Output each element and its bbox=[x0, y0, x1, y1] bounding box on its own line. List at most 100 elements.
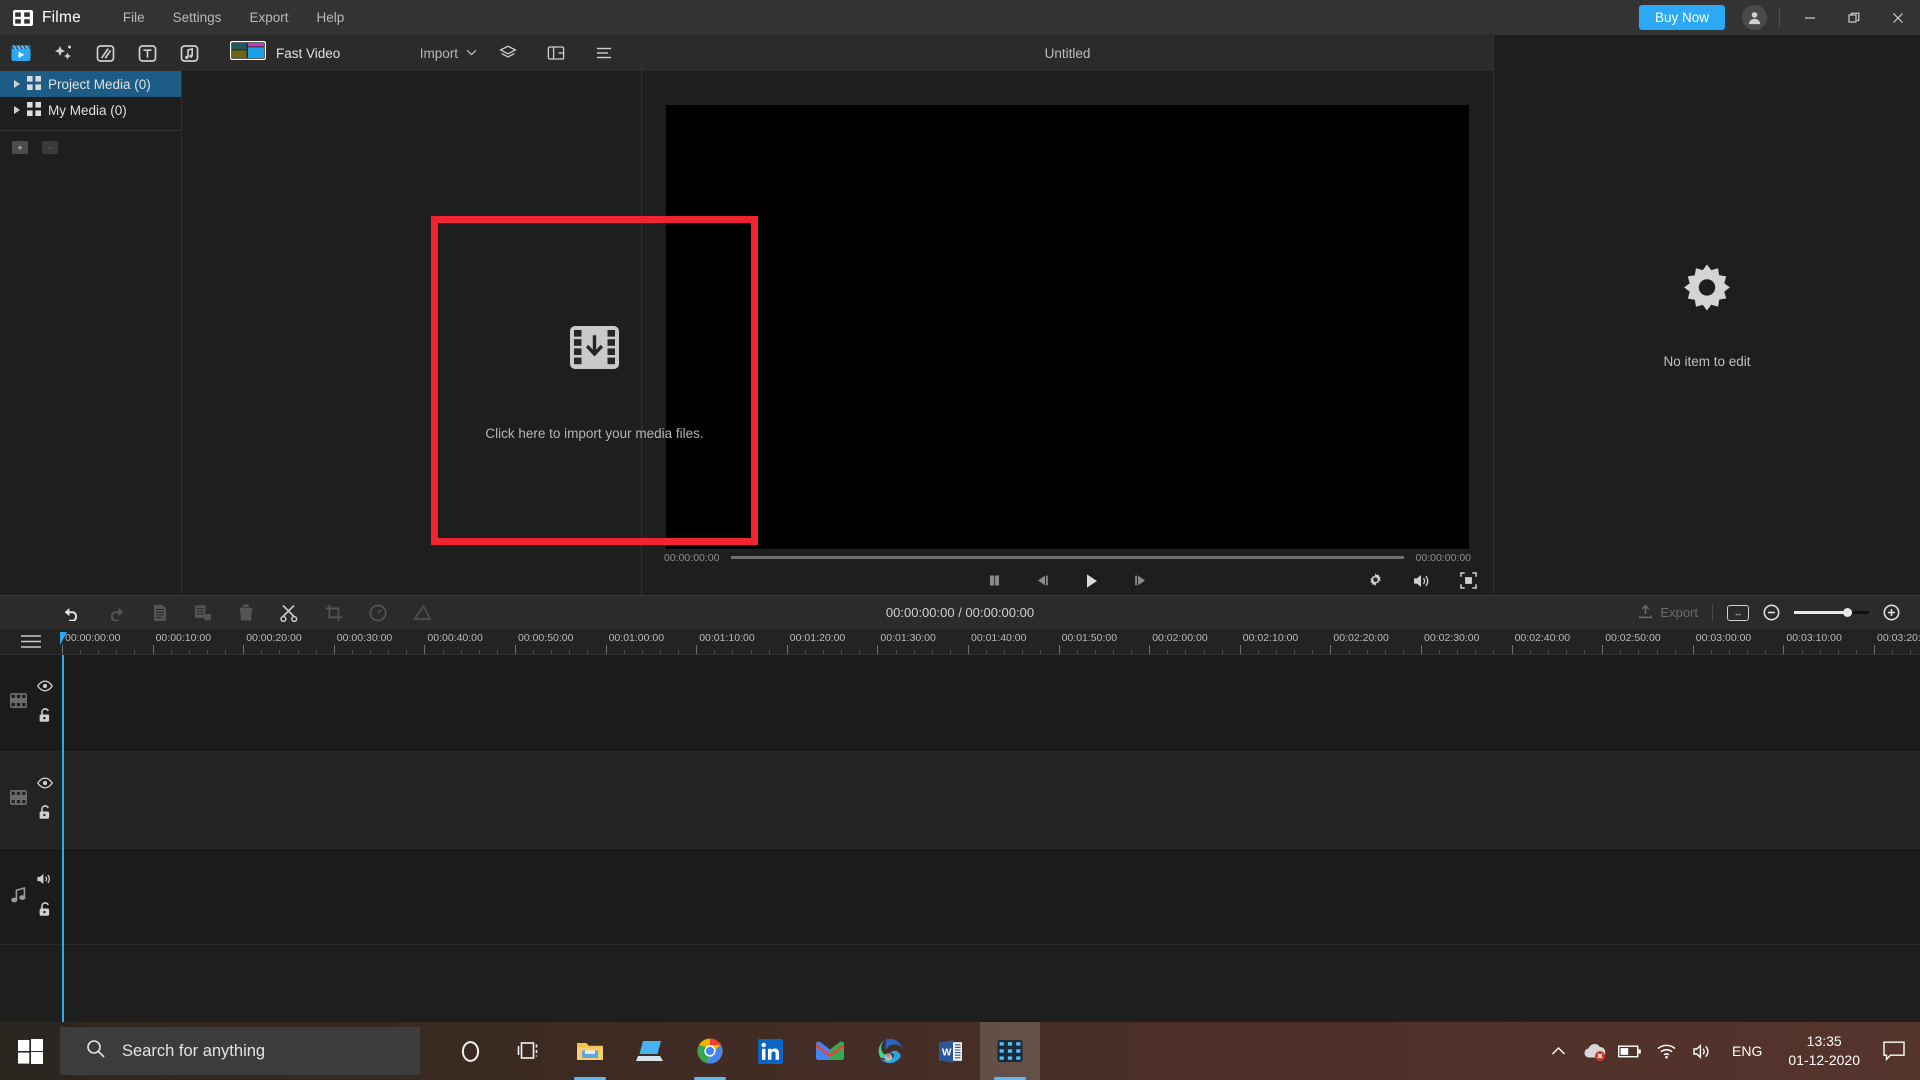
text-tab-icon[interactable] bbox=[126, 35, 168, 71]
import-label[interactable]: Import bbox=[420, 46, 458, 61]
preview-scrubber[interactable] bbox=[731, 556, 1404, 560]
file-explorer-icon[interactable] bbox=[560, 1022, 620, 1080]
timeline-playhead[interactable] bbox=[62, 655, 64, 1022]
timeline-menu-icon[interactable] bbox=[0, 629, 62, 654]
video-preview-screen[interactable] bbox=[666, 105, 1469, 549]
split-button[interactable] bbox=[280, 604, 299, 622]
menu-help[interactable]: Help bbox=[302, 5, 358, 30]
export-button[interactable]: Export bbox=[1638, 604, 1698, 622]
ruler-major-tick bbox=[1783, 645, 1785, 654]
undo-button[interactable] bbox=[62, 605, 81, 621]
filme-icon[interactable] bbox=[980, 1022, 1040, 1080]
fast-video-mode-button[interactable]: Fast Video bbox=[229, 40, 340, 65]
stop-button[interactable] bbox=[988, 574, 1001, 587]
zoom-out-button[interactable] bbox=[1763, 604, 1780, 621]
video-track-1-lane[interactable] bbox=[62, 655, 1920, 751]
taskbar-clock[interactable]: 13:35 01-12-2020 bbox=[1774, 1032, 1874, 1070]
video-track-2[interactable] bbox=[0, 752, 1920, 849]
expand-triangle-icon[interactable] bbox=[14, 106, 20, 114]
media-tab-icon[interactable] bbox=[0, 35, 42, 71]
layers-icon[interactable] bbox=[487, 35, 529, 71]
crop-button[interactable] bbox=[325, 604, 343, 622]
ruler-scale[interactable]: 00:00:00:00 00:00:10:00 00:00:20:00 00:00:3… bbox=[62, 629, 1920, 654]
cortana-icon[interactable] bbox=[440, 1022, 500, 1080]
video-track-1-header bbox=[0, 655, 62, 751]
onedrive-error-icon[interactable] bbox=[1576, 1022, 1612, 1080]
chevron-down-icon[interactable] bbox=[466, 48, 477, 59]
import-menu[interactable]: Import bbox=[420, 46, 487, 61]
expand-triangle-icon[interactable] bbox=[14, 80, 20, 88]
show-hidden-icons-chevron[interactable] bbox=[1540, 1022, 1576, 1080]
speaker-icon[interactable] bbox=[36, 872, 53, 890]
wifi-icon[interactable] bbox=[1648, 1022, 1684, 1080]
ruler-minor-tick bbox=[533, 650, 535, 654]
buy-now-button[interactable]: Buy Now bbox=[1638, 5, 1725, 30]
audio-track-1[interactable] bbox=[0, 849, 1920, 945]
play-button[interactable] bbox=[1084, 573, 1099, 589]
volume-icon[interactable] bbox=[1684, 1022, 1720, 1080]
ruler-minor-tick bbox=[750, 650, 752, 654]
menu-file[interactable]: File bbox=[109, 5, 159, 30]
previous-frame-button[interactable] bbox=[1035, 574, 1050, 587]
speed-button[interactable] bbox=[369, 604, 387, 622]
slider-knob[interactable] bbox=[1843, 608, 1852, 617]
sidebar-item-project-media[interactable]: Project Media (0) bbox=[0, 71, 181, 97]
transitions-tab-icon[interactable] bbox=[84, 35, 126, 71]
language-indicator[interactable]: ENG bbox=[1720, 1043, 1774, 1059]
video-track-2-lane[interactable] bbox=[62, 752, 1920, 848]
sidebar-item-my-media[interactable]: My Media (0) bbox=[0, 97, 181, 123]
audio-tab-icon[interactable] bbox=[168, 35, 210, 71]
redo-button[interactable] bbox=[107, 605, 126, 621]
preview-settings-icon[interactable] bbox=[1367, 572, 1384, 589]
video-track-1[interactable] bbox=[0, 655, 1920, 752]
effects-tab-icon[interactable] bbox=[42, 35, 84, 71]
eye-icon[interactable] bbox=[37, 776, 53, 794]
grid-view-icon[interactable] bbox=[535, 35, 577, 71]
gmail-icon[interactable] bbox=[800, 1022, 860, 1080]
ruler-minor-tick bbox=[1167, 650, 1169, 654]
restore-icon[interactable] bbox=[1832, 0, 1876, 35]
menu-export[interactable]: Export bbox=[235, 5, 302, 30]
minimize-icon[interactable] bbox=[1788, 0, 1832, 35]
next-frame-button[interactable] bbox=[1133, 574, 1148, 587]
ruler-minor-tick bbox=[478, 650, 480, 654]
delete-button[interactable] bbox=[238, 604, 254, 622]
unlock-icon[interactable] bbox=[38, 805, 52, 825]
timeline-empty-area[interactable] bbox=[0, 945, 1920, 1022]
edge-icon[interactable] bbox=[860, 1022, 920, 1080]
close-icon[interactable] bbox=[1876, 0, 1920, 35]
action-center-icon[interactable] bbox=[1874, 1022, 1914, 1080]
color-edit-button[interactable] bbox=[413, 604, 432, 621]
volume-icon[interactable] bbox=[1412, 573, 1432, 589]
remote-desktop-icon[interactable] bbox=[620, 1022, 680, 1080]
fit-to-timeline-button[interactable]: ↔ bbox=[1727, 604, 1749, 621]
timeline-zoom-slider[interactable] bbox=[1794, 608, 1869, 617]
unlock-icon[interactable] bbox=[38, 708, 52, 728]
search-input[interactable]: Search for anything bbox=[60, 1027, 420, 1075]
fullscreen-icon[interactable] bbox=[1460, 572, 1477, 589]
ruler-minor-tick bbox=[569, 650, 571, 654]
windows-start-icon[interactable] bbox=[0, 1022, 60, 1080]
ruler-minor-tick bbox=[1656, 650, 1658, 654]
task-view-icon[interactable] bbox=[500, 1022, 560, 1080]
zoom-in-button[interactable] bbox=[1883, 604, 1900, 621]
duplicate-button[interactable] bbox=[194, 604, 212, 622]
list-view-icon[interactable] bbox=[583, 35, 625, 71]
user-avatar-icon[interactable] bbox=[1742, 5, 1767, 30]
battery-icon[interactable] bbox=[1612, 1022, 1648, 1080]
delete-folder-button[interactable]: − bbox=[42, 141, 58, 154]
copy-button[interactable] bbox=[152, 604, 168, 622]
menu-settings[interactable]: Settings bbox=[159, 5, 236, 30]
playhead-handle[interactable] bbox=[60, 632, 67, 645]
audio-track-1-lane[interactable] bbox=[62, 849, 1920, 944]
unlock-icon[interactable] bbox=[38, 901, 52, 921]
chrome-icon[interactable] bbox=[680, 1022, 740, 1080]
word-icon[interactable]: W bbox=[920, 1022, 980, 1080]
eye-icon[interactable] bbox=[37, 679, 53, 697]
ruler-minor-tick bbox=[1384, 650, 1386, 654]
linkedin-icon[interactable] bbox=[740, 1022, 800, 1080]
ruler-time-label: 00:01:40:00 bbox=[971, 632, 1027, 644]
import-dropzone[interactable]: Click here to import your media files. bbox=[431, 216, 758, 545]
add-folder-button[interactable]: + bbox=[12, 141, 28, 154]
timeline-ruler[interactable]: 00:00:00:00 00:00:10:00 00:00:20:00 00:00:3… bbox=[0, 629, 1920, 655]
